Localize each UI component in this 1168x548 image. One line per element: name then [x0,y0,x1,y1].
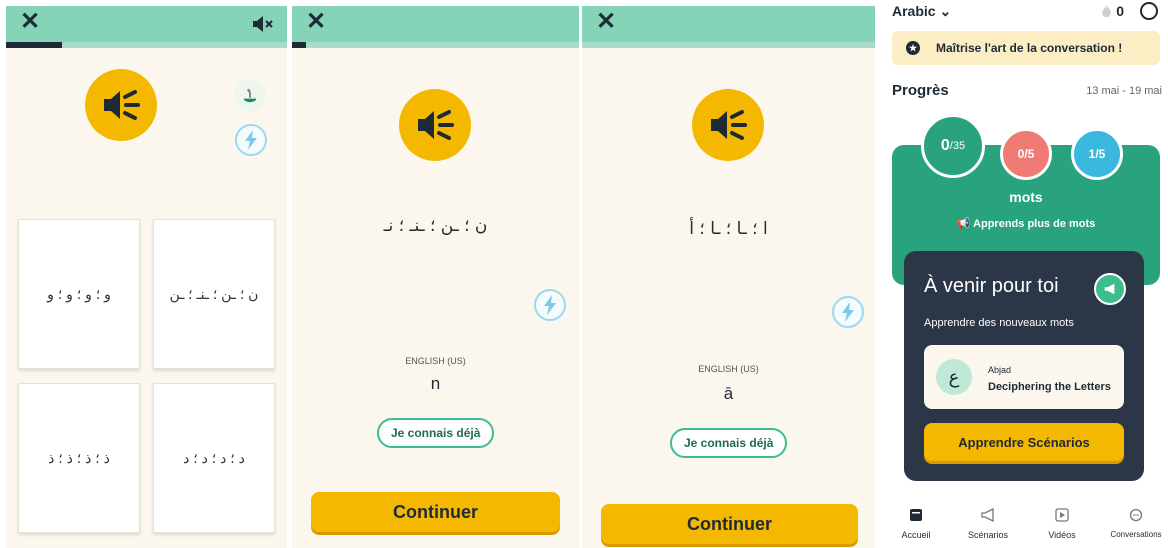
home-screen: Arabic ⌄ 0 ★ Maîtrise l'art de la conver… [884,0,1168,548]
megaphone-icon [981,507,994,523]
words-goal-circle[interactable]: 0/35 [921,114,985,178]
speaker-icon [104,90,140,120]
continue-button[interactable]: Continuer [601,504,858,544]
video-icon [1055,508,1069,522]
speaker-icon [418,110,454,140]
play-audio-button[interactable] [692,89,764,161]
nav-item-videos[interactable]: Vidéos [1030,508,1094,540]
language-label: ENGLISH (US) [405,356,466,366]
progress-title: Progrès [892,82,949,99]
boost-button[interactable] [534,289,566,321]
already-know-button[interactable]: Je connais déjà [670,428,788,458]
boost-button[interactable] [832,296,864,328]
upcoming-subtitle: Apprendre des nouveaux mots [924,317,1074,329]
arabic-letter-forms: ا ؛ ـا ؛ ـا ؛ أ [689,219,768,239]
transliteration: ā [723,384,734,403]
upcoming-title: À venir pour toi [924,275,1059,297]
progress-bar [6,42,287,48]
nav-item-conversations[interactable]: Conversations [1104,508,1168,539]
course-label: Abjad [988,365,1012,375]
already-know-button[interactable]: Je connais déjà [377,418,495,448]
goal-banner[interactable]: ★ Maîtrise l'art de la conversation ! [892,31,1160,65]
plant-icon [243,88,257,103]
lesson-screen-n: ✕ ن ؛ ـن ؛ ـنـ ؛ نـ ENGLISH (US) n Je co… [292,6,579,548]
chevron-down-icon: ⌄ [939,3,952,19]
answer-card[interactable]: ن ؛ ـن ؛ ـنـ ؛ ـن [153,219,275,369]
course-title: Deciphering the Letters [988,381,1111,393]
close-icon[interactable]: ✕ [306,10,326,34]
mute-icon[interactable] [251,15,275,33]
home-icon [910,509,922,521]
streak-count: 0 [1116,3,1124,19]
bottom-navigation: Accueil Scénarios Vidéos Conversations [884,507,1168,548]
play-audio-button[interactable] [85,69,157,141]
play-audio-button[interactable] [399,89,471,161]
top-bar: ✕ [292,6,579,42]
upcoming-card: À venir pour toi Apprendre des nouveaux … [904,251,1144,481]
hint-button[interactable] [234,79,266,111]
arabic-letter-forms: ن ؛ ـن ؛ ـنـ ؛ نـ [383,216,488,236]
megaphone-icon[interactable] [1094,273,1126,305]
videos-goal-circle[interactable]: 1/5 [1071,128,1123,180]
top-bar: ✕ [582,6,875,42]
speaker-icon [711,110,747,140]
answer-card[interactable]: د ؛ د ؛ د ؛ د [153,383,275,533]
boost-button[interactable] [235,124,267,156]
language-label: Arabic [892,3,936,19]
course-letter-badge: ع [936,359,972,395]
progress-fill [292,42,307,48]
words-count: 0 [940,137,950,154]
megaphone-icon: 📢 [956,218,974,230]
continue-button[interactable]: Continuer [311,492,560,532]
lightning-icon [245,130,257,150]
stat-label: mots [1009,189,1043,205]
course-card[interactable]: ع Abjad Deciphering the Letters [924,345,1124,409]
answer-card[interactable]: و ؛ و ؛ و ؛ و [18,219,140,369]
progress-fill [6,42,63,48]
nav-label: Scénarios [967,530,1009,540]
learn-more-link[interactable]: 📢 Apprends plus de mots [892,217,1160,230]
quiz-screen-cards: ✕ و ؛ و ؛ و ؛ و ن ؛ ـن ؛ ـنـ ؛ ـن ذ ؛ ذ … [6,6,287,548]
nav-label: Conversations [1110,530,1162,539]
banner-text: Maîtrise l'art de la conversation ! [936,41,1123,55]
learn-more-label: Apprends plus de mots [973,218,1096,230]
scenarios-goal-circle[interactable]: 0/5 [1000,128,1052,180]
date-range: 13 mai - 19 mai [1086,85,1162,97]
streak-counter[interactable]: 0 [1101,3,1124,19]
words-total: /35 [949,140,966,152]
star-icon: ★ [906,41,920,55]
lightning-icon [842,302,854,322]
learn-scenarios-button[interactable]: Apprendre Scénarios [924,423,1124,461]
progress-bar [292,42,579,48]
profile-icon[interactable] [1140,2,1158,20]
lightning-icon [544,295,556,315]
lesson-screen-a: ✕ ا ؛ ـا ؛ ـا ؛ أ ENGLISH (US) ā Je conn… [582,6,875,548]
transliteration: n [430,374,441,393]
screenshot-collage: ✕ و ؛ و ؛ و ؛ و ن ؛ ـن ؛ ـنـ ؛ ـن ذ ؛ ذ … [0,0,1168,548]
language-selector[interactable]: Arabic ⌄ [892,3,951,20]
progress-bar [582,42,875,48]
flame-icon [1102,4,1112,18]
chat-icon [1129,508,1143,522]
nav-label: Accueil [901,530,931,540]
top-bar: ✕ [6,6,287,42]
nav-item-home[interactable]: Accueil [884,508,948,540]
close-icon[interactable]: ✕ [596,10,616,34]
nav-label: Vidéos [1048,530,1076,540]
language-label: ENGLISH (US) [698,364,759,374]
answer-card[interactable]: ذ ؛ ذ ؛ ذ ؛ ذ [18,383,140,533]
close-icon[interactable]: ✕ [20,10,40,34]
nav-item-scenarios[interactable]: Scénarios [956,507,1020,540]
